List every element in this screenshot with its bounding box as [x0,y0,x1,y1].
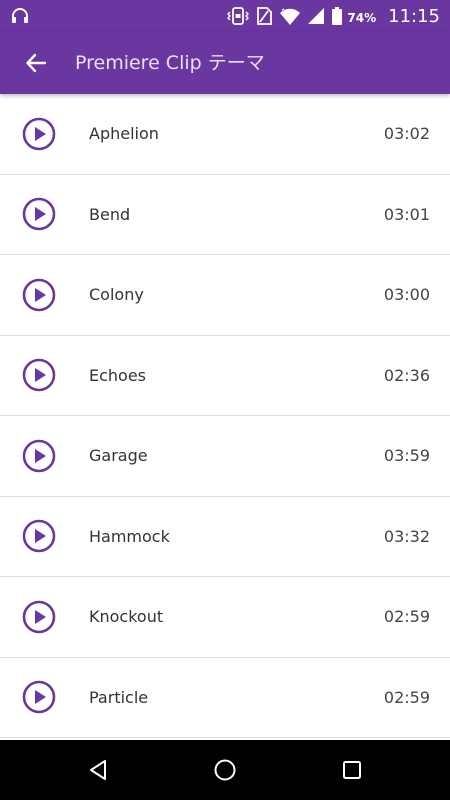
theme-duration: 02:59 [383,607,430,626]
status-left [10,5,30,27]
play-icon[interactable] [22,358,56,392]
battery-percent: 74% [347,11,377,25]
theme-name: Echoes [89,365,147,385]
theme-duration: 03:32 [383,526,430,546]
theme-row[interactable]: Bend 03:01 [0,175,450,255]
battery-icon [331,6,343,26]
app-bar: Premiere Clip テーマ [0,32,450,94]
play-icon[interactable] [22,680,56,714]
nav-back-button[interactable] [80,752,116,788]
play-icon[interactable] [22,197,56,231]
theme-duration: 02:36 [383,365,430,385]
page-title: Premiere Clip テーマ [75,52,265,74]
back-button[interactable] [18,45,54,81]
theme-name: Bend [89,204,131,224]
theme-name: Knockout [89,607,164,626]
theme-name: Colony [89,285,144,304]
status-bar: 74% 11:15 [0,0,450,32]
nav-recents-button[interactable] [334,752,370,788]
theme-name: Particle [89,687,149,707]
theme-row[interactable]: Particle 02:59 [0,658,450,738]
theme-duration: 03:01 [383,204,430,224]
home-circle-icon [214,759,236,781]
theme-row[interactable]: Aphelion 03:02 [0,94,450,175]
nav-home-button[interactable] [207,752,243,788]
theme-duration: 02:59 [383,687,430,707]
theme-duration: 03:02 [383,124,430,143]
theme-name: Aphelion [89,124,159,143]
theme-duration: 03:00 [383,285,430,304]
vibrate-icon [227,6,250,26]
play-icon[interactable] [22,439,56,473]
headphones-icon [10,6,30,26]
theme-name: Garage [89,446,148,465]
wifi-icon [279,6,301,26]
theme-list: Aphelion 03:02 Bend 03:01 Colony 03:00 Echoes 0… [0,94,450,740]
navigation-bar [0,740,450,800]
status-clock: 11:15 [388,5,440,27]
theme-duration: 03:59 [383,446,430,465]
play-icon[interactable] [22,278,56,312]
theme-row[interactable]: Echoes 02:36 [0,336,450,416]
play-icon[interactable] [22,600,56,634]
theme-row[interactable]: Knockout 02:59 [0,577,450,658]
theme-row[interactable]: Hammock 03:32 [0,497,450,577]
recents-square-icon [343,761,361,779]
arrow-left-icon [26,53,47,73]
theme-row[interactable]: Garage 03:59 [0,416,450,497]
play-icon[interactable] [22,519,56,553]
theme-row[interactable]: Colony 03:00 [0,255,450,336]
screen: 74% 11:15 Premiere Clip テーマ Aphelion 03:0… [0,0,450,800]
status-right: 74% 11:15 [227,4,440,28]
cell-signal-icon [307,6,325,26]
theme-name: Hammock [89,526,170,546]
back-triangle-icon [90,760,106,780]
play-icon[interactable] [22,117,56,151]
sim-icon [255,6,273,26]
